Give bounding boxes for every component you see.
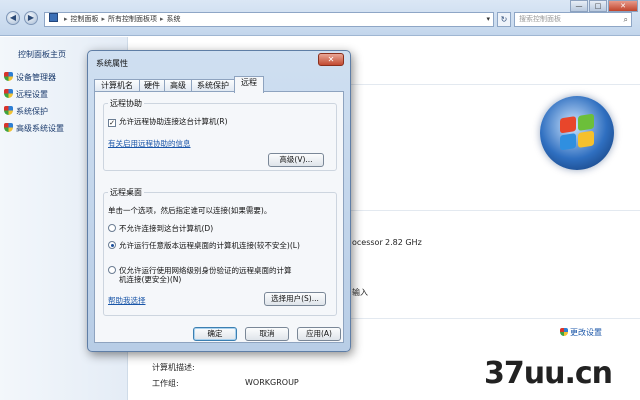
computer-description-label: 计算机描述: [152,363,195,372]
shield-icon [4,72,13,81]
remote-assistance-title: 远程协助 [108,98,144,109]
close-icon: ✕ [327,55,335,64]
radio-label-continuation: 机连接(更安全)(N) [119,275,182,284]
shield-icon [560,328,568,336]
help-me-choose-link[interactable]: 帮助我选择 [108,295,146,306]
workgroup-value: WORKGROUP [245,378,299,387]
radio-label: 允许运行任意版本远程桌面的计算机连接(较不安全)(L) [119,241,300,250]
maximize-button[interactable]: □ [589,0,607,12]
apply-button[interactable]: 应用(A) [297,327,341,341]
breadcrumb-separator-icon: ▸ [64,15,68,23]
back-button[interactable]: ◀ [6,11,20,25]
radio-label: 不允许连接到这台计算机(D) [119,224,214,233]
radio-unselected-icon [108,266,116,274]
forward-arrow-icon: ▶ [27,13,35,22]
breadcrumb-item[interactable]: 系统 [167,15,181,23]
shield-icon [4,123,13,132]
minimize-button[interactable]: — [570,0,588,12]
breadcrumb-separator-icon: ▸ [101,15,106,23]
search-placeholder: 搜索控制面板 [519,15,561,23]
advanced-button[interactable]: 高级(V)... [268,153,324,167]
back-arrow-icon: ◀ [9,13,17,22]
radio-allow-any-version[interactable]: 允许运行任意版本远程桌面的计算机连接(较不安全)(L) [108,240,300,251]
radio-unselected-icon [108,224,116,232]
allow-remote-assistance-checkbox[interactable]: ✓ 允许远程协助连接这台计算机(R) [108,116,228,127]
refresh-button[interactable]: ↻ [497,12,511,27]
control-panel-icon [49,13,58,22]
breadcrumb-item[interactable]: 控制面板 [71,15,99,23]
breadcrumb-item[interactable]: 所有控制面板项 [108,15,157,23]
windows-logo-icon [540,96,614,170]
search-input[interactable]: 搜索控制面板 ⌕ [514,12,632,27]
close-window-button[interactable]: ✕ [608,0,638,12]
remote-assistance-group: 远程协助 ✓ 允许远程协助连接这台计算机(R) 有关启用远程协助的信息 高级(V)… [103,98,337,171]
ok-button[interactable]: 确定 [193,327,237,341]
remote-assistance-help-link[interactable]: 有关启用远程协助的信息 [108,138,191,149]
radio-disallow-connections[interactable]: 不允许连接到这台计算机(D) [108,223,213,234]
explorer-toolbar: ◀ ▶ ▸ 控制面板 ▸ 所有控制面板项 ▸ 系统 ▾ ↻ 搜索控制面板 ⌕ — □ ✕ [0,0,640,36]
change-settings-label: 更改设置 [570,328,602,337]
minimize-icon: — [575,2,583,10]
workgroup-label: 工作组: [152,379,179,388]
shield-icon [4,106,13,115]
maximize-icon: □ [594,2,602,10]
system-properties-dialog: 系统属性 ✕ 计算机名 硬件 高级 系统保护 远程 远程协助 ✓ 允许远程协助连接… [87,50,351,352]
checkbox-label: 允许远程协助连接这台计算机(R) [119,117,228,126]
checkbox-checked-icon: ✓ [108,119,116,127]
shield-icon [4,89,13,98]
change-settings-link[interactable]: 更改设置 [560,327,602,338]
chevron-down-icon[interactable]: ▾ [486,13,490,26]
sidebar-item-advanced-settings[interactable]: 高级系统设置 [4,123,64,134]
breadcrumb-separator-icon: ▸ [160,15,164,23]
processor-value: 2.82 GHz [385,238,422,247]
watermark-text: 37uu.cn [484,356,613,391]
remote-desktop-instruction: 单击一个选项，然后指定谁可以连接(如果需要)。 [108,206,272,215]
dialog-title: 系统属性 [96,59,128,68]
sidebar-item-label: 设备管理器 [16,73,56,82]
sidebar-item-label: 系统保护 [16,107,48,116]
processor-label: ocessor [352,238,383,247]
sidebar-item-label: 远程设置 [16,90,48,99]
search-icon: ⌕ [623,15,628,24]
radio-selected-icon [108,241,116,249]
tab-remote[interactable]: 远程 [234,76,264,93]
close-icon: ✕ [620,2,626,10]
refresh-icon: ↻ [500,15,508,24]
remote-desktop-group: 远程桌面 单击一个选项，然后指定谁可以连接(如果需要)。 不允许连接到这台计算机… [103,187,337,316]
dialog-close-button[interactable]: ✕ [318,53,344,66]
cancel-button[interactable]: 取消 [245,327,289,341]
select-users-button[interactable]: 选择用户(S)... [264,292,326,306]
control-panel-home-link[interactable]: 控制面板主页 [18,49,66,60]
remote-tab-panel: 远程协助 ✓ 允许远程协助连接这台计算机(R) 有关启用远程协助的信息 高级(V)… [94,91,344,343]
address-bar[interactable]: ▸ 控制面板 ▸ 所有控制面板项 ▸ 系统 ▾ [44,12,494,27]
sidebar-item-device-manager[interactable]: 设备管理器 [4,72,56,83]
sidebar-item-remote-settings[interactable]: 远程设置 [4,89,48,100]
forward-button[interactable]: ▶ [24,11,38,25]
sidebar-item-label: 高级系统设置 [16,124,64,133]
pen-input-label: 输入 [352,288,368,297]
sidebar-item-system-protection[interactable]: 系统保护 [4,106,48,117]
remote-desktop-title: 远程桌面 [108,187,144,198]
